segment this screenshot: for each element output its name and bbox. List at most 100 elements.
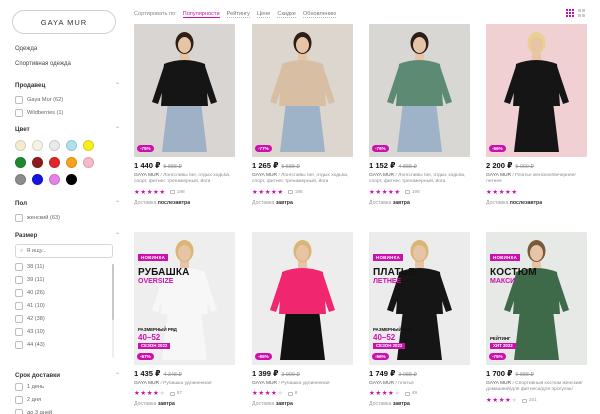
color-swatch[interactable] bbox=[49, 157, 60, 168]
color-swatch[interactable] bbox=[83, 140, 94, 151]
product-card[interactable]: -65% 1 399 ₽3 999 ₽ GAYA MUR / Рубашка удл… bbox=[252, 232, 353, 407]
product-title[interactable]: GAYA MUR / Спортивный костюм женский/дом… bbox=[486, 381, 587, 394]
product-title[interactable]: GAYA MUR / Лонгсливы бег, отдых ходьба, … bbox=[134, 173, 235, 186]
product-image[interactable]: -76% bbox=[369, 24, 470, 157]
size-option[interactable]: 43 (10) bbox=[15, 327, 120, 337]
product-image[interactable]: -65% bbox=[252, 232, 353, 365]
delivery-option[interactable]: до 3 дней bbox=[15, 408, 120, 414]
size-search-field[interactable]: ⌕ bbox=[15, 244, 113, 258]
option-count: (11) bbox=[34, 264, 45, 270]
color-swatch[interactable] bbox=[49, 140, 60, 151]
delivery-date: завтра bbox=[275, 401, 293, 408]
checkbox[interactable] bbox=[15, 328, 23, 336]
grid-large-view-icon[interactable] bbox=[578, 9, 586, 17]
size-option[interactable]: 38 (11) bbox=[15, 262, 120, 272]
product-image[interactable]: -56% bbox=[486, 24, 587, 157]
category-link-sportswear[interactable]: Спортивная одежда bbox=[15, 60, 120, 69]
color-swatch[interactable] bbox=[15, 174, 26, 185]
star-icon: ★ bbox=[511, 188, 518, 196]
brand-button[interactable]: GAYA MUR bbox=[12, 10, 116, 34]
chevron-up-icon[interactable]: ⌃ bbox=[115, 200, 120, 207]
product-card[interactable]: НОВИНКА КОСТЮМ МАКСИ РЕЙТИНГ ХИТ 2022 -75% 1 7… bbox=[486, 232, 587, 404]
product-title[interactable]: GAYA MUR / Рубашка удлиненная bbox=[134, 381, 235, 387]
size-option[interactable]: 40 (26) bbox=[15, 288, 120, 298]
delivery-option[interactable]: 2 дня bbox=[15, 395, 120, 405]
discount-badge: -67% bbox=[137, 353, 154, 360]
checkbox[interactable] bbox=[15, 96, 23, 104]
color-swatch[interactable] bbox=[15, 157, 26, 168]
size-option[interactable]: 44 (43) bbox=[15, 340, 120, 350]
color-swatch[interactable] bbox=[66, 140, 77, 151]
chevron-up-icon[interactable]: ⌃ bbox=[115, 82, 120, 89]
product-image[interactable]: -75% bbox=[134, 24, 235, 157]
sort-option-update[interactable]: Обновлению bbox=[302, 11, 337, 18]
product-image[interactable]: НОВИНКА КОСТЮМ МАКСИ РЕЙТИНГ ХИТ 2022 -75% bbox=[486, 232, 587, 365]
sort-option-price[interactable]: Цене bbox=[256, 11, 271, 18]
size-option[interactable]: 39 (11) bbox=[15, 275, 120, 285]
product-card[interactable]: -56% 2 200 ₽5 000 ₽ GAYA MUR / Платье женс… bbox=[486, 24, 587, 206]
discount-badge: -65% bbox=[255, 353, 272, 360]
size-option[interactable]: 41 (10) bbox=[15, 301, 120, 311]
seller-filter-header[interactable]: Продавец ⌃ bbox=[15, 82, 120, 89]
product-image[interactable]: -77% bbox=[252, 24, 353, 157]
seller-option[interactable]: Gaya Mur (62) bbox=[15, 95, 120, 105]
color-swatch[interactable] bbox=[32, 157, 43, 168]
chevron-up-icon[interactable]: ⌃ bbox=[115, 126, 120, 133]
category-link-clothing[interactable]: Одежда bbox=[15, 45, 120, 54]
size-list-scrollbar-thumb[interactable] bbox=[112, 264, 114, 320]
checkbox[interactable] bbox=[15, 383, 23, 391]
size-search-input[interactable] bbox=[26, 248, 107, 254]
checkbox[interactable] bbox=[15, 302, 23, 310]
product-title[interactable]: GAYA MUR / платье bbox=[369, 381, 470, 387]
delivery-filter-header[interactable]: Срок доставки ⌃ bbox=[15, 372, 120, 379]
delivery-option[interactable]: 1 день bbox=[15, 382, 120, 392]
product-card[interactable]: -75% 1 440 ₽5 888 ₽ GAYA MUR / Лонгсливы б… bbox=[134, 24, 235, 206]
product-image[interactable]: НОВИНКА РУБАШКА OVERSIZE РАЗМЕРНЫЙ РЯД 40–52… bbox=[134, 232, 235, 365]
price-row: 1 265 ₽5 588 ₽ bbox=[252, 161, 353, 170]
sort-option-discount[interactable]: Скидке bbox=[277, 11, 296, 18]
size-filter-header[interactable]: Размер ⌃ bbox=[15, 232, 120, 239]
color-filter-header[interactable]: Цвет ⌃ bbox=[15, 126, 120, 133]
discount-badge: -56% bbox=[372, 353, 389, 360]
checkbox[interactable] bbox=[15, 109, 23, 117]
sort-option-popularity[interactable]: Популярности bbox=[182, 11, 220, 18]
product-title[interactable]: GAYA MUR / Лонгсливы бег, отдых ходьба, … bbox=[369, 173, 470, 186]
checkbox[interactable] bbox=[15, 276, 23, 284]
reviews-icon bbox=[404, 391, 410, 396]
color-swatch[interactable] bbox=[49, 174, 60, 185]
color-swatch[interactable] bbox=[66, 157, 77, 168]
color-swatch[interactable] bbox=[83, 157, 94, 168]
color-swatch[interactable] bbox=[15, 140, 26, 151]
checkbox[interactable] bbox=[15, 263, 23, 271]
product-title[interactable]: GAYA MUR / Лонгсливы бег, отдых ходьба, … bbox=[252, 173, 353, 186]
product-image[interactable]: НОВИНКА ПЛАТЬЕ ЛЕТНЕЕ РАЗМЕРНЫЙ РЯД 40–52 СЕЗ… bbox=[369, 232, 470, 365]
checkbox[interactable] bbox=[15, 396, 23, 404]
product-card[interactable]: НОВИНКА РУБАШКА OVERSIZE РАЗМЕРНЫЙ РЯД 40–52… bbox=[134, 232, 235, 407]
color-swatch[interactable] bbox=[32, 140, 43, 151]
seller-option[interactable]: Wildberries (1) bbox=[15, 108, 120, 118]
color-swatch[interactable] bbox=[32, 174, 43, 185]
grid-small-view-icon[interactable] bbox=[566, 9, 574, 17]
product-card[interactable]: НОВИНКА ПЛАТЬЕ ЛЕТНЕЕ РАЗМЕРНЫЙ РЯД 40–52 СЕЗ… bbox=[369, 232, 470, 407]
sort-option-rating[interactable]: Рейтингу bbox=[226, 11, 250, 18]
checkbox[interactable] bbox=[15, 289, 23, 297]
chevron-up-icon[interactable]: ⌃ bbox=[115, 372, 120, 379]
product-old-price: 5 588 ₽ bbox=[281, 164, 300, 170]
gender-option[interactable]: женский (63) bbox=[15, 213, 120, 223]
checkbox[interactable] bbox=[15, 409, 23, 414]
promo-size-info: РАЗМЕРНЫЙ РЯД 40–52 СЕЗОН 2022 bbox=[138, 327, 177, 349]
checkbox[interactable] bbox=[15, 214, 23, 222]
color-swatch[interactable] bbox=[66, 174, 77, 185]
size-option[interactable]: 42 (38) bbox=[15, 314, 120, 324]
promo-size-range: 40–52 bbox=[138, 333, 161, 342]
product-card[interactable]: -76% 1 152 ₽4 888 ₽ GAYA MUR / Лонгсливы б… bbox=[369, 24, 470, 206]
product-card[interactable]: -77% 1 265 ₽5 588 ₽ GAYA MUR / Лонгсливы б… bbox=[252, 24, 353, 206]
product-title[interactable]: GAYA MUR / Платье женское/вечернее/летне… bbox=[486, 173, 587, 186]
product-info: 1 152 ₽4 888 ₽ GAYA MUR / Лонгсливы бег, … bbox=[369, 157, 470, 206]
product-title[interactable]: GAYA MUR / Рубашка удлиненная bbox=[252, 381, 353, 387]
product-brand: GAYA MUR bbox=[369, 173, 395, 178]
checkbox[interactable] bbox=[15, 315, 23, 323]
checkbox[interactable] bbox=[15, 341, 23, 349]
gender-filter-header[interactable]: Пол ⌃ bbox=[15, 200, 120, 207]
chevron-up-icon[interactable]: ⌃ bbox=[115, 232, 120, 239]
